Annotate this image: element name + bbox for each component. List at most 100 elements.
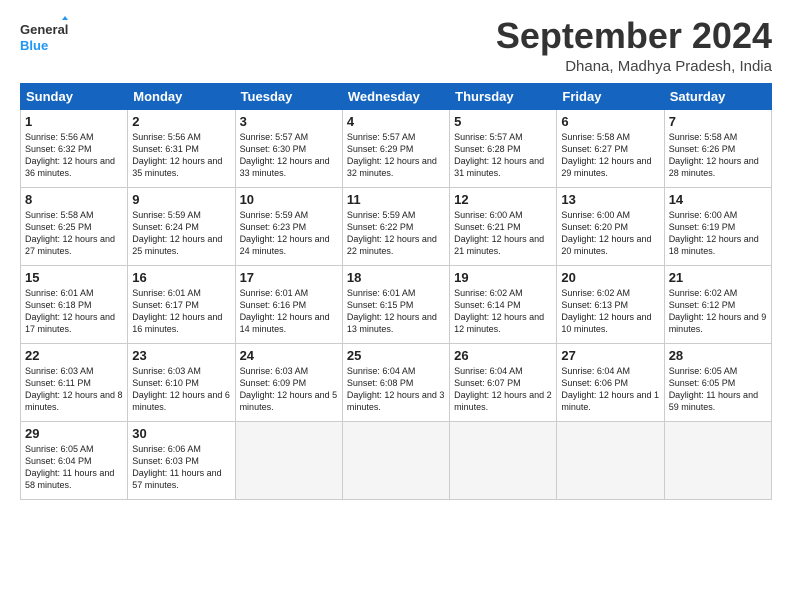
calendar-cell: 4 Sunrise: 5:57 AMSunset: 6:29 PMDayligh… [342,109,449,187]
cell-info: Sunrise: 6:00 AMSunset: 6:21 PMDaylight:… [454,210,544,256]
col-monday: Monday [128,83,235,109]
logo: General Blue [20,16,70,58]
calendar-cell [342,421,449,499]
day-number: 24 [240,348,338,363]
calendar-cell: 19 Sunrise: 6:02 AMSunset: 6:14 PMDaylig… [450,265,557,343]
calendar-cell: 5 Sunrise: 5:57 AMSunset: 6:28 PMDayligh… [450,109,557,187]
cell-info: Sunrise: 5:59 AMSunset: 6:24 PMDaylight:… [132,210,222,256]
col-sunday: Sunday [21,83,128,109]
header: General Blue September 2024 Dhana, Madhy… [20,16,772,75]
calendar-cell: 27 Sunrise: 6:04 AMSunset: 6:06 PMDaylig… [557,343,664,421]
table-row: 29 Sunrise: 6:05 AMSunset: 6:04 PMDaylig… [21,421,772,499]
day-number: 20 [561,270,659,285]
calendar-cell [235,421,342,499]
cell-info: Sunrise: 6:01 AMSunset: 6:18 PMDaylight:… [25,288,115,334]
cell-info: Sunrise: 5:59 AMSunset: 6:22 PMDaylight:… [347,210,437,256]
calendar-cell [450,421,557,499]
calendar-cell [664,421,771,499]
svg-text:General: General [20,22,68,37]
table-row: 15 Sunrise: 6:01 AMSunset: 6:18 PMDaylig… [21,265,772,343]
day-number: 1 [25,114,123,129]
day-number: 21 [669,270,767,285]
calendar-cell: 3 Sunrise: 5:57 AMSunset: 6:30 PMDayligh… [235,109,342,187]
page: General Blue September 2024 Dhana, Madhy… [0,0,792,510]
calendar-cell: 8 Sunrise: 5:58 AMSunset: 6:25 PMDayligh… [21,187,128,265]
calendar-cell: 6 Sunrise: 5:58 AMSunset: 6:27 PMDayligh… [557,109,664,187]
calendar-cell: 15 Sunrise: 6:01 AMSunset: 6:18 PMDaylig… [21,265,128,343]
col-tuesday: Tuesday [235,83,342,109]
calendar-cell: 11 Sunrise: 5:59 AMSunset: 6:22 PMDaylig… [342,187,449,265]
calendar-cell: 10 Sunrise: 5:59 AMSunset: 6:23 PMDaylig… [235,187,342,265]
col-saturday: Saturday [664,83,771,109]
day-number: 9 [132,192,230,207]
cell-info: Sunrise: 5:58 AMSunset: 6:27 PMDaylight:… [561,132,651,178]
cell-info: Sunrise: 5:56 AMSunset: 6:32 PMDaylight:… [25,132,115,178]
month-title: September 2024 [496,16,772,56]
cell-info: Sunrise: 6:02 AMSunset: 6:12 PMDaylight:… [669,288,767,334]
calendar-cell: 17 Sunrise: 6:01 AMSunset: 6:16 PMDaylig… [235,265,342,343]
calendar-cell: 7 Sunrise: 5:58 AMSunset: 6:26 PMDayligh… [664,109,771,187]
svg-text:Blue: Blue [20,38,48,53]
day-number: 16 [132,270,230,285]
day-number: 5 [454,114,552,129]
day-number: 19 [454,270,552,285]
day-number: 30 [132,426,230,441]
calendar-cell [557,421,664,499]
day-number: 22 [25,348,123,363]
title-block: September 2024 Dhana, Madhya Pradesh, In… [496,16,772,75]
calendar-cell: 16 Sunrise: 6:01 AMSunset: 6:17 PMDaylig… [128,265,235,343]
calendar-cell: 21 Sunrise: 6:02 AMSunset: 6:12 PMDaylig… [664,265,771,343]
header-row: Sunday Monday Tuesday Wednesday Thursday… [21,83,772,109]
calendar-cell: 1 Sunrise: 5:56 AMSunset: 6:32 PMDayligh… [21,109,128,187]
logo-svg: General Blue [20,16,70,58]
calendar-body: 1 Sunrise: 5:56 AMSunset: 6:32 PMDayligh… [21,109,772,499]
cell-info: Sunrise: 6:00 AMSunset: 6:20 PMDaylight:… [561,210,651,256]
cell-info: Sunrise: 6:04 AMSunset: 6:07 PMDaylight:… [454,366,552,412]
day-number: 3 [240,114,338,129]
cell-info: Sunrise: 6:01 AMSunset: 6:16 PMDaylight:… [240,288,330,334]
cell-info: Sunrise: 6:02 AMSunset: 6:13 PMDaylight:… [561,288,651,334]
cell-info: Sunrise: 5:56 AMSunset: 6:31 PMDaylight:… [132,132,222,178]
cell-info: Sunrise: 5:57 AMSunset: 6:28 PMDaylight:… [454,132,544,178]
calendar-cell: 14 Sunrise: 6:00 AMSunset: 6:19 PMDaylig… [664,187,771,265]
col-thursday: Thursday [450,83,557,109]
day-number: 27 [561,348,659,363]
cell-info: Sunrise: 6:03 AMSunset: 6:11 PMDaylight:… [25,366,123,412]
day-number: 14 [669,192,767,207]
calendar-cell: 25 Sunrise: 6:04 AMSunset: 6:08 PMDaylig… [342,343,449,421]
cell-info: Sunrise: 6:02 AMSunset: 6:14 PMDaylight:… [454,288,544,334]
cell-info: Sunrise: 5:59 AMSunset: 6:23 PMDaylight:… [240,210,330,256]
cell-info: Sunrise: 6:04 AMSunset: 6:06 PMDaylight:… [561,366,659,412]
day-number: 8 [25,192,123,207]
day-number: 7 [669,114,767,129]
cell-info: Sunrise: 6:06 AMSunset: 6:03 PMDaylight:… [132,444,221,490]
calendar-cell: 23 Sunrise: 6:03 AMSunset: 6:10 PMDaylig… [128,343,235,421]
table-row: 22 Sunrise: 6:03 AMSunset: 6:11 PMDaylig… [21,343,772,421]
cell-info: Sunrise: 6:03 AMSunset: 6:10 PMDaylight:… [132,366,230,412]
day-number: 28 [669,348,767,363]
day-number: 25 [347,348,445,363]
day-number: 12 [454,192,552,207]
day-number: 18 [347,270,445,285]
cell-info: Sunrise: 6:01 AMSunset: 6:15 PMDaylight:… [347,288,437,334]
cell-info: Sunrise: 5:58 AMSunset: 6:25 PMDaylight:… [25,210,115,256]
calendar-cell: 18 Sunrise: 6:01 AMSunset: 6:15 PMDaylig… [342,265,449,343]
day-number: 11 [347,192,445,207]
calendar-cell: 26 Sunrise: 6:04 AMSunset: 6:07 PMDaylig… [450,343,557,421]
calendar-cell: 28 Sunrise: 6:05 AMSunset: 6:05 PMDaylig… [664,343,771,421]
day-number: 2 [132,114,230,129]
day-number: 29 [25,426,123,441]
col-wednesday: Wednesday [342,83,449,109]
calendar-cell: 12 Sunrise: 6:00 AMSunset: 6:21 PMDaylig… [450,187,557,265]
day-number: 23 [132,348,230,363]
cell-info: Sunrise: 6:03 AMSunset: 6:09 PMDaylight:… [240,366,338,412]
calendar-cell: 29 Sunrise: 6:05 AMSunset: 6:04 PMDaylig… [21,421,128,499]
cell-info: Sunrise: 6:05 AMSunset: 6:05 PMDaylight:… [669,366,758,412]
cell-info: Sunrise: 6:05 AMSunset: 6:04 PMDaylight:… [25,444,114,490]
day-number: 10 [240,192,338,207]
cell-info: Sunrise: 6:04 AMSunset: 6:08 PMDaylight:… [347,366,445,412]
location: Dhana, Madhya Pradesh, India [496,58,772,75]
calendar-cell: 2 Sunrise: 5:56 AMSunset: 6:31 PMDayligh… [128,109,235,187]
col-friday: Friday [557,83,664,109]
table-row: 1 Sunrise: 5:56 AMSunset: 6:32 PMDayligh… [21,109,772,187]
